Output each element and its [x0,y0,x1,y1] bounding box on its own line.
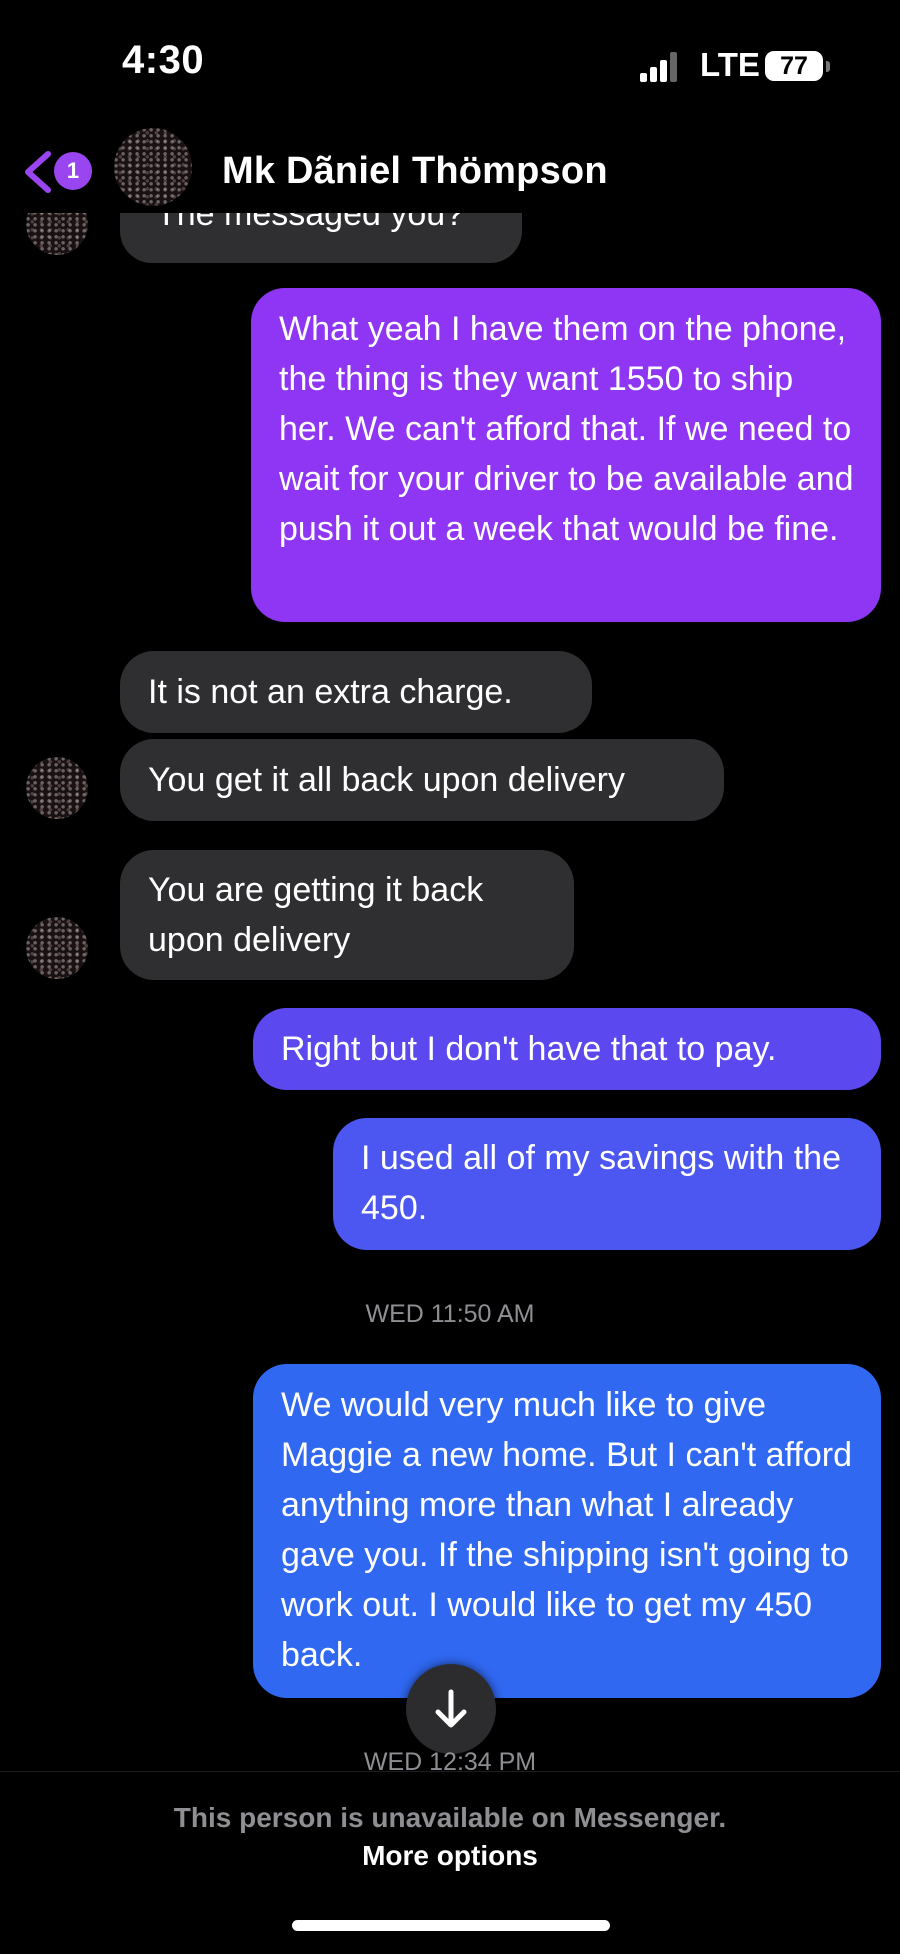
message-text: The messaged you? [156,213,465,233]
contact-name[interactable]: Mk Dãniel Thömpson [222,150,608,193]
sender-avatar [26,757,88,819]
message-text: You are getting it back upon delivery [148,871,484,959]
sent-message-bubble[interactable]: What yeah I have them on the phone, the … [251,288,881,622]
home-indicator[interactable] [292,1920,610,1931]
scroll-to-bottom-button[interactable] [406,1664,496,1754]
unavailable-notice: This person is unavailable on Messenger. [173,1802,727,1833]
message-text: We would very much like to give Maggie a… [281,1386,852,1674]
battery-tip [826,61,830,72]
sender-avatar [26,917,88,979]
chevron-left-icon [25,151,51,193]
received-message-bubble[interactable]: The messaged you? [120,213,522,263]
sent-message-bubble[interactable]: Right but I don't have that to pay. [253,1008,881,1090]
message-text: I used all of my savings with the 450. [361,1139,842,1227]
message-timestamp: WED 11:50 AM [365,1300,535,1328]
back-button[interactable] [18,150,58,194]
sent-message-bubble[interactable]: I used all of my savings with the 450. [333,1118,881,1250]
sent-message-bubble[interactable]: We would very much like to give Maggie a… [253,1364,881,1698]
message-text: It is not an extra charge. [148,673,513,711]
message-text: Right but I don't have that to pay. [281,1030,777,1068]
message-text: You get it all back upon delivery [148,761,625,799]
signal-strength-icon [640,50,680,82]
contact-avatar[interactable] [114,128,192,206]
partial-message-row: The messaged you? [0,213,900,263]
message-text: What yeah I have them on the phone, the … [279,310,854,548]
received-message-bubble[interactable]: It is not an extra charge. [120,651,592,733]
received-message-bubble[interactable]: You are getting it back upon delivery [120,850,574,980]
status-time: 4:30 [122,38,205,82]
arrow-down-icon [435,1689,467,1728]
unread-count-badge: 1 [54,152,92,190]
received-message-bubble[interactable]: You get it all back upon delivery [120,739,724,821]
more-options-link[interactable]: More options [0,1840,900,1872]
battery-level: 77 [765,51,823,81]
network-type: LTE [700,46,760,83]
sender-avatar [26,213,88,255]
